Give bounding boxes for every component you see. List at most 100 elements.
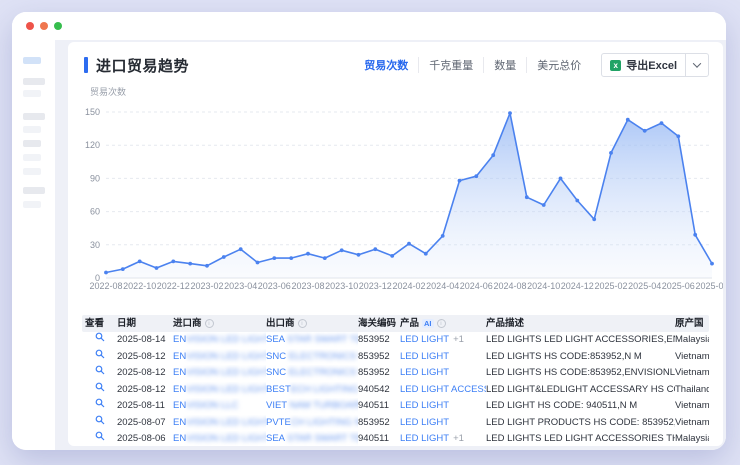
column-header-label: 进口商	[173, 315, 202, 332]
company-link[interactable]: EN	[173, 351, 186, 362]
tab-metric-1[interactable]: 千克重量	[418, 57, 483, 73]
view-search-icon[interactable]	[95, 349, 105, 359]
company-link[interactable]: EN	[173, 417, 186, 428]
company-link[interactable]: VIET	[266, 400, 290, 411]
svg-text:2022-08: 2022-08	[89, 281, 122, 291]
company-link[interactable]: EN	[173, 400, 186, 411]
svg-text:2025-04: 2025-04	[628, 281, 661, 291]
info-icon[interactable]: i	[298, 319, 307, 328]
column-header-label: 原产国	[675, 315, 704, 332]
column-header-label: 海关编码	[358, 315, 396, 332]
export-excel-button[interactable]: x 导出Excel	[601, 53, 709, 77]
svg-text:2024-10: 2024-10	[527, 281, 560, 291]
company-link[interactable]: SEA	[266, 433, 287, 444]
product-link[interactable]: LED LIGHT	[400, 334, 449, 345]
origin-country-cell: Vietnam	[675, 398, 709, 415]
description-cell: LED LIGHT&LEDLIGHT ACCESSARY HS CODE: 94…	[486, 382, 675, 399]
svg-text:2023-08: 2023-08	[291, 281, 324, 291]
maximize-window-icon[interactable]	[54, 22, 62, 30]
sidebar-item-active[interactable]	[23, 57, 41, 64]
title-accent-bar	[84, 57, 88, 73]
sidebar-item[interactable]	[23, 126, 41, 133]
close-window-icon[interactable]	[26, 22, 34, 30]
exporter-cell: SNC ELECTRONICS VIET...	[266, 349, 358, 366]
svg-text:90: 90	[90, 173, 100, 183]
export-dropdown-button[interactable]	[686, 53, 708, 77]
view-search-icon[interactable]	[95, 415, 105, 425]
tab-metric-2[interactable]: 数量	[483, 57, 526, 73]
hs-code-cell: 853952	[358, 365, 400, 382]
column-header-label: 日期	[117, 315, 136, 332]
importer-cell: ENVISION LED LIGHTING L...	[173, 349, 266, 366]
company-link[interactable]: EN	[173, 384, 186, 395]
column-header-2: 进口商i	[173, 315, 266, 332]
window-titlebar	[12, 12, 726, 40]
sidebar-item[interactable]	[23, 113, 45, 120]
product-link[interactable]: LED LIGHT	[400, 351, 449, 362]
company-link[interactable]: PVTE	[266, 417, 291, 428]
product-link[interactable]: LED LIGHT	[400, 367, 449, 378]
page-title: 进口贸易趋势	[96, 55, 189, 76]
view-search-icon[interactable]	[95, 431, 105, 441]
main-area: 进口贸易趋势 贸易次数千克重量数量美元总价 x 导出Excel	[55, 40, 726, 450]
company-link[interactable]: SNC	[266, 367, 289, 378]
origin-country-cell: Thailand	[675, 382, 709, 399]
sidebar-item[interactable]	[23, 78, 45, 85]
sidebar-item[interactable]	[23, 154, 41, 161]
product-link[interactable]: LED LIGHT	[400, 417, 449, 428]
hs-code-cell: 853952	[358, 415, 400, 432]
blurred-company-name: VISION LED LIGHTI	[186, 367, 266, 378]
trade-table: 查看日期进口商i出口商i海关编码产品AIi产品描述原产国 2025-08-14E…	[82, 315, 709, 446]
view-cell	[82, 332, 117, 349]
svg-text:150: 150	[85, 107, 100, 117]
chart-series-label: 贸易次数	[90, 85, 723, 98]
origin-country-cell: Vietnam	[675, 349, 709, 366]
sidebar-item[interactable]	[23, 201, 41, 208]
svg-text:2023-02: 2023-02	[190, 281, 223, 291]
origin-country-cell: Vietnam	[675, 415, 709, 432]
description-cell: LED LIGHTS HS CODE:853952,N M	[486, 349, 675, 366]
blurred-company-name: NAM TURBOARDE	[290, 400, 358, 411]
view-search-icon[interactable]	[95, 398, 105, 408]
blurred-company-name: ELECTRONICS VI	[289, 351, 358, 362]
company-link[interactable]: SEA	[266, 334, 287, 345]
minimize-window-icon[interactable]	[40, 22, 48, 30]
product-link[interactable]: LED LIGHT ACCESSORY	[400, 384, 486, 395]
excel-icon: x	[610, 60, 621, 71]
table-row: 2025-08-14ENVISION LED LIGHTING L...SEA …	[82, 332, 709, 349]
company-link[interactable]: BEST	[266, 384, 291, 395]
export-excel-label: 导出Excel	[626, 57, 677, 73]
svg-text:2023-04: 2023-04	[224, 281, 257, 291]
sidebar-item[interactable]	[23, 187, 45, 194]
view-search-icon[interactable]	[95, 382, 105, 392]
metric-tabs: 贸易次数千克重量数量美元总价	[354, 57, 591, 73]
product-link[interactable]: LED LIGHT	[400, 433, 449, 444]
view-search-icon[interactable]	[95, 332, 105, 342]
tab-metric-0[interactable]: 贸易次数	[354, 57, 418, 73]
info-icon[interactable]: i	[205, 319, 214, 328]
sidebar-item[interactable]	[23, 168, 41, 175]
product-extra-count: +1	[453, 433, 464, 444]
view-search-icon[interactable]	[95, 365, 105, 375]
info-icon[interactable]: i	[437, 319, 446, 328]
column-header-4: 海关编码	[358, 315, 400, 332]
sidebar-item[interactable]	[23, 90, 41, 97]
sidebar-item[interactable]	[23, 140, 41, 147]
exporter-cell: VIET NAM TURBOARDE	[266, 398, 358, 415]
view-cell	[82, 382, 117, 399]
sidebar	[12, 40, 55, 450]
date-cell: 2025-08-12	[117, 349, 173, 366]
description-cell: LED LIGHT HS CODE: 940511,N M	[486, 398, 675, 415]
table-row: 2025-08-12ENVISION LED LIGHTING L...SNC …	[82, 365, 709, 382]
product-link[interactable]: LED LIGHT	[400, 400, 449, 411]
tab-metric-3[interactable]: 美元总价	[526, 57, 591, 73]
company-link[interactable]: EN	[173, 334, 186, 345]
trend-chart: 03060901201502022-082022-102022-122023-0…	[82, 107, 723, 298]
company-link[interactable]: EN	[173, 433, 186, 444]
column-header-6: 产品描述	[486, 315, 675, 332]
company-link[interactable]: SNC	[266, 351, 289, 362]
view-cell	[82, 398, 117, 415]
svg-text:2025-08: 2025-08	[695, 281, 723, 291]
importer-cell: ENVISION LED LIGHTING L...	[173, 415, 266, 432]
company-link[interactable]: EN	[173, 367, 186, 378]
